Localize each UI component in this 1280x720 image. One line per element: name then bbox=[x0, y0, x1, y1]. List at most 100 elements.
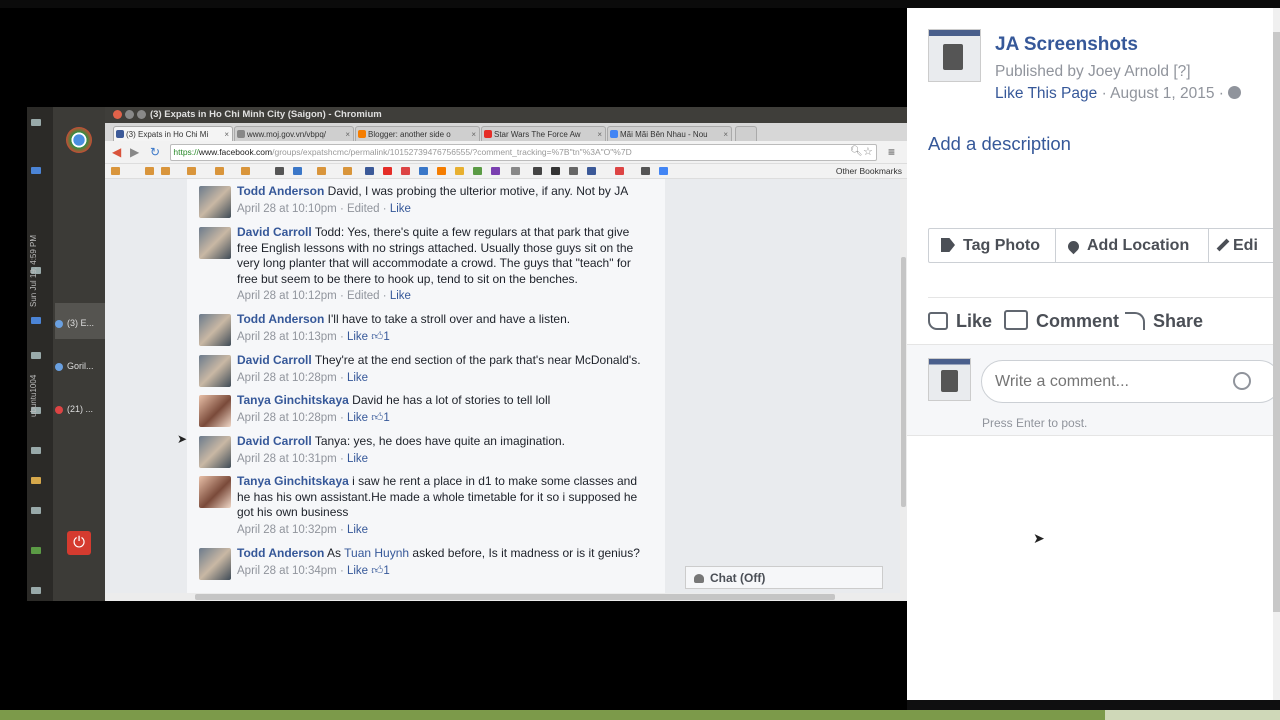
post-date[interactable]: · August 1, 2015 · bbox=[1102, 85, 1224, 102]
maximize-icon bbox=[137, 110, 146, 119]
launcher-item-label: (21) ... bbox=[67, 404, 94, 414]
emoji-icon[interactable] bbox=[1233, 372, 1251, 390]
left-column bbox=[105, 179, 187, 593]
like-link: Like bbox=[346, 330, 369, 343]
tab-facebook: (3) Expats in Ho Chi Mi × bbox=[113, 126, 233, 141]
thumbs-up-icon: 👍︎ bbox=[371, 564, 384, 577]
published-by: Published by Joey Arnold [?] bbox=[995, 63, 1191, 80]
bookmarks-bar: Other Bookmarks bbox=[105, 164, 907, 179]
window-titlebar: (3) Expats in Ho Chi Minh City (Saigon) … bbox=[105, 107, 907, 123]
youtube-icon bbox=[484, 130, 492, 138]
panel-scrollbar-thumb[interactable] bbox=[1273, 32, 1280, 612]
like-link: Like bbox=[346, 452, 369, 465]
share-label: Share bbox=[1153, 311, 1204, 331]
close-icon: × bbox=[345, 130, 350, 139]
add-description-link[interactable]: Add a description bbox=[928, 133, 1071, 155]
comment-author: Todd Anderson bbox=[237, 546, 325, 560]
edited-label: · Edited · bbox=[339, 290, 387, 302]
hostname-text: ubuntu1004 bbox=[29, 374, 38, 417]
chat-bar: Chat (Off) bbox=[685, 566, 883, 589]
like-count: 1 bbox=[383, 411, 390, 424]
search-icon: 🔍︎ bbox=[850, 146, 863, 157]
like-link: Like bbox=[346, 564, 369, 577]
bookmark-icon bbox=[659, 167, 668, 175]
photo-screenshot: Sun Jul 19, 4:59 PM ubuntu1004 (3) E... … bbox=[27, 107, 907, 601]
tab-youtube: Star Wars The Force Aw × bbox=[481, 126, 606, 141]
avatar bbox=[199, 395, 231, 427]
separator: · bbox=[339, 330, 344, 343]
comment-text: Tanya: yes, he does have quite an imagin… bbox=[314, 434, 565, 448]
app-icon bbox=[55, 362, 63, 371]
facebook-icon bbox=[116, 130, 124, 138]
comment-label: Comment bbox=[1036, 311, 1120, 331]
my-avatar bbox=[928, 358, 971, 401]
comment-button[interactable]: Comment bbox=[1004, 306, 1119, 336]
comment-time: April 28 at 10:31pm bbox=[237, 452, 337, 465]
tab-song: Mãi Mãi Bên Nhau - Nou × bbox=[607, 126, 732, 141]
facebook-page: Todd Anderson David, I was probing the u… bbox=[105, 179, 900, 593]
tab-label: Mãi Mãi Bên Nhau - Nou bbox=[620, 130, 708, 139]
tray-icon bbox=[31, 119, 41, 126]
launcher-item: (21) ... bbox=[55, 391, 105, 427]
globe-icon[interactable] bbox=[1227, 86, 1241, 99]
bookmark-icon bbox=[473, 167, 482, 175]
chromium-icon bbox=[66, 127, 92, 153]
like-link: Like bbox=[346, 411, 369, 424]
horizontal-scrollbar-thumb bbox=[195, 594, 835, 600]
comment-text: asked before, Is it madness or is it gen… bbox=[412, 546, 640, 560]
new-tab-button bbox=[735, 126, 757, 141]
comment-bubble-icon bbox=[1004, 310, 1028, 330]
url-scheme: https:// bbox=[173, 147, 199, 157]
profile-image bbox=[943, 44, 963, 70]
comment-time: April 28 at 10:28pm bbox=[237, 371, 337, 384]
page-profile-picture[interactable] bbox=[928, 29, 981, 82]
tray-icon bbox=[31, 352, 41, 359]
bookmark-icon bbox=[275, 167, 284, 175]
url-path: /groups/expatshcmc/permalink/10152739476… bbox=[272, 147, 632, 157]
like-page-link[interactable]: Like This Page bbox=[995, 85, 1097, 102]
bottom-bar bbox=[0, 710, 1280, 720]
avatar bbox=[199, 314, 231, 346]
comment-author: David Carroll bbox=[237, 434, 312, 448]
like-link: Like bbox=[389, 290, 411, 302]
bottom-bar-right bbox=[1105, 710, 1280, 720]
edit-button[interactable]: Edi bbox=[1209, 229, 1277, 262]
comment-text: I'll have to take a stroll over and have… bbox=[327, 312, 571, 326]
comment-text: They're at the end section of the park t… bbox=[314, 353, 641, 367]
separator: · bbox=[339, 523, 344, 536]
app-icon bbox=[55, 319, 63, 328]
clock-text: Sun Jul 19, 4:59 PM bbox=[29, 234, 38, 307]
tab-bar: (3) Expats in Ho Chi Mi × www.moj.gov.vn/… bbox=[105, 123, 907, 141]
browser-toolbar: ◀ ▶ ↻ https://www.facebook.com/groups/ex… bbox=[105, 141, 907, 164]
other-bookmarks: Other Bookmarks bbox=[835, 166, 902, 176]
like-link: Like bbox=[346, 523, 369, 536]
comment-author: Tanya Ginchitskaya bbox=[237, 393, 349, 407]
bookmark-icon bbox=[569, 167, 578, 175]
tag-photo-button[interactable]: Tag Photo bbox=[929, 229, 1056, 262]
comment-time: April 28 at 10:32pm bbox=[237, 523, 337, 536]
bookmark-icon bbox=[215, 167, 224, 175]
add-location-button[interactable]: Add Location bbox=[1056, 229, 1209, 262]
photo-actions: Tag Photo Add Location Edi bbox=[928, 228, 1278, 263]
page-icon bbox=[610, 130, 618, 138]
page-title[interactable]: JA Screenshots bbox=[995, 34, 1138, 56]
address-bar: https://www.facebook.com/groups/expatshc… bbox=[170, 144, 877, 161]
bookmark-icon bbox=[533, 167, 542, 175]
comment-time: April 28 at 10:28pm bbox=[237, 411, 337, 424]
like-count: 1 bbox=[383, 564, 390, 577]
tray-icon bbox=[31, 547, 41, 554]
comment-author: Tanya Ginchitskaya bbox=[237, 474, 349, 488]
bookmark-icon bbox=[491, 167, 500, 175]
close-icon: × bbox=[597, 130, 602, 139]
reload-icon: ↻ bbox=[150, 145, 161, 159]
tagged-user: Tuan Huynh bbox=[344, 546, 410, 560]
like-button[interactable]: Like bbox=[928, 306, 992, 336]
divider bbox=[928, 297, 1273, 298]
mouse-cursor-icon: ➤ bbox=[1033, 530, 1045, 546]
launcher-item-label: Goril... bbox=[67, 361, 94, 371]
blogger-icon bbox=[358, 130, 366, 138]
share-button[interactable]: Share bbox=[1125, 306, 1203, 336]
page-icon bbox=[237, 130, 245, 138]
tag-icon bbox=[941, 238, 955, 252]
avatar bbox=[199, 476, 231, 508]
